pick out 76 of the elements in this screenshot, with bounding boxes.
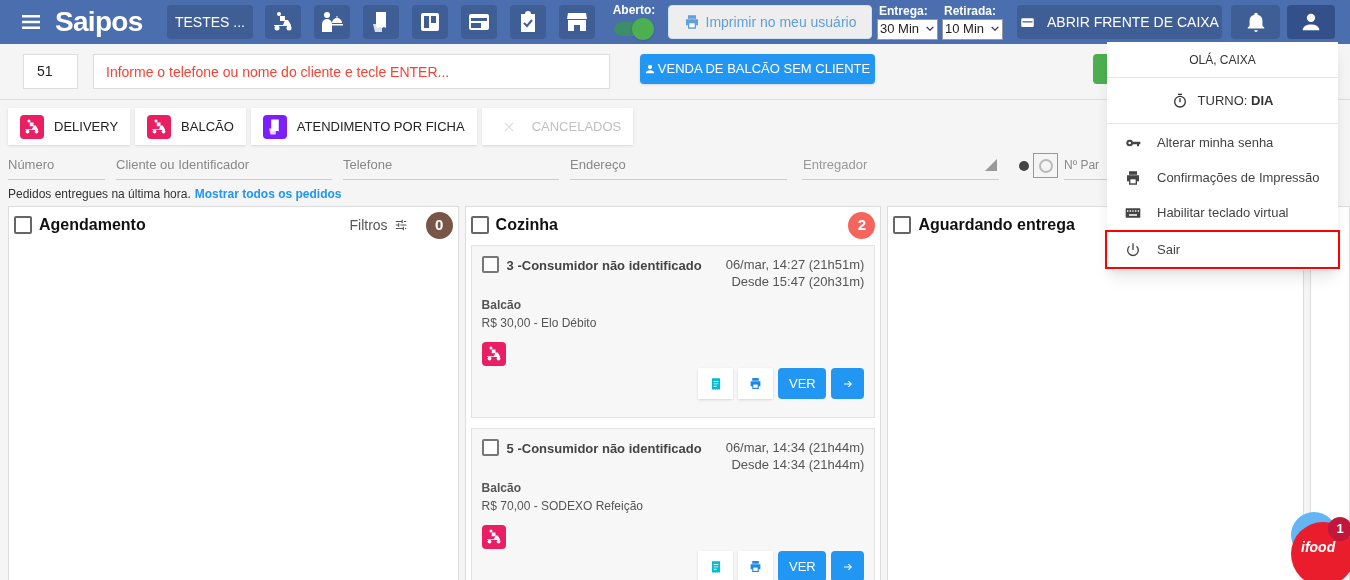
info-text: Pedidos entregues na última hora. xyxy=(8,186,191,203)
cash-register-button[interactable]: ABRIR FRENTE DE CAIXA xyxy=(1017,5,1222,39)
order-time: 06/mar, 14:27 (21h51m) xyxy=(725,256,865,273)
order-since: Desde 14:34 (21h44m) xyxy=(731,456,865,473)
toolbar-button[interactable] xyxy=(461,5,497,39)
caret-icon xyxy=(990,24,1000,34)
toolbar-button[interactable] xyxy=(363,5,399,39)
count-badge: 2 xyxy=(848,211,876,239)
printer-icon xyxy=(749,560,763,573)
count-badge: 0 xyxy=(425,211,453,239)
user-button[interactable] xyxy=(1287,5,1335,39)
order-payment: R$ 70,00 - SODEXO Refeição xyxy=(481,498,645,515)
time-label: Retirada: xyxy=(943,4,997,17)
menu-item[interactable]: Sair xyxy=(1105,230,1340,269)
filter-field[interactable]: Cliente ou Identificador xyxy=(116,150,332,180)
toolbar-button[interactable] xyxy=(412,5,448,39)
notifications-button[interactable] xyxy=(1231,5,1280,39)
filter-field[interactable]: Endereço xyxy=(570,150,787,180)
shift-text: TURNO: DIA xyxy=(1197,91,1274,110)
toolbar-button[interactable] xyxy=(265,5,301,39)
waiter-icon xyxy=(320,10,344,34)
print-order-button[interactable] xyxy=(738,368,774,399)
column-title: Agendamento xyxy=(39,215,146,235)
order-type-tab[interactable]: BALCÃO xyxy=(135,108,246,145)
scooter-icon xyxy=(481,525,506,549)
filters-label[interactable]: Filtros xyxy=(349,214,388,236)
printer-icon xyxy=(1125,169,1141,186)
filter-field[interactable]: Número xyxy=(8,150,105,180)
filter-field[interactable]: Telefone xyxy=(343,150,559,180)
checkbox[interactable] xyxy=(481,256,499,273)
order-since: Desde 15:47 (20h31m) xyxy=(731,273,865,290)
store-button[interactable]: TESTES ... xyxy=(167,5,253,39)
printer-icon xyxy=(683,14,700,30)
order-type: Balcão xyxy=(481,297,522,314)
toolbar-button[interactable] xyxy=(559,5,595,39)
logo: Saipos xyxy=(55,8,144,36)
toolbar-button[interactable] xyxy=(510,5,546,39)
time-select[interactable]: 10 Min xyxy=(942,18,1003,40)
toggle-label: Aberto: xyxy=(612,4,656,16)
person-icon xyxy=(644,64,655,74)
order-type-tab[interactable]: DELIVERY xyxy=(8,108,131,145)
order-payment: R$ 30,00 - Elo Débito xyxy=(481,315,598,332)
order-number-field[interactable]: 51 xyxy=(23,54,78,89)
toolbar-button[interactable] xyxy=(314,5,350,39)
menu-item[interactable]: Habilitar teclado virtual xyxy=(1107,195,1338,230)
no-photo-icon[interactable] xyxy=(1033,153,1058,178)
open-toggle[interactable] xyxy=(614,18,654,40)
print-order-button[interactable] xyxy=(738,551,774,580)
next-button[interactable] xyxy=(831,551,865,580)
filter-icon xyxy=(393,218,408,232)
time-label: Entrega: xyxy=(878,4,929,17)
dropdown-icon xyxy=(985,158,997,171)
customer-search-field[interactable]: Informe o telefone ou nome do cliente e tecle ENTER... xyxy=(93,54,610,89)
order-type: Balcão xyxy=(481,480,522,497)
checkbox[interactable] xyxy=(481,439,499,456)
ifood-logo: ifood xyxy=(1301,538,1336,557)
checkbox[interactable] xyxy=(470,216,489,234)
scooter-icon xyxy=(481,342,506,366)
order-title: 3 -Consumidor não identificado xyxy=(506,257,702,275)
order-type-tab[interactable]: ATENDIMENTO POR FICHA xyxy=(250,108,477,145)
order-title: 5 -Consumidor não identificado xyxy=(506,440,702,458)
checkbox[interactable] xyxy=(14,216,32,234)
greeting: OLÁ, CAIXA xyxy=(1107,42,1338,78)
user-icon xyxy=(1301,12,1321,32)
checkbox[interactable] xyxy=(893,216,912,234)
next-button[interactable] xyxy=(831,368,865,399)
order-time: 06/mar, 14:34 (21h44m) xyxy=(725,439,865,456)
column-title: Aguardando entrega xyxy=(918,215,1075,235)
timer-icon xyxy=(1171,92,1188,109)
column-title: Cozinha xyxy=(495,215,558,235)
printer-icon xyxy=(749,377,763,390)
board-icon xyxy=(418,10,442,34)
power-icon xyxy=(1125,241,1141,258)
store-icon xyxy=(565,10,589,34)
caret-icon xyxy=(925,24,935,34)
time-select[interactable]: 30 Min xyxy=(877,18,938,40)
